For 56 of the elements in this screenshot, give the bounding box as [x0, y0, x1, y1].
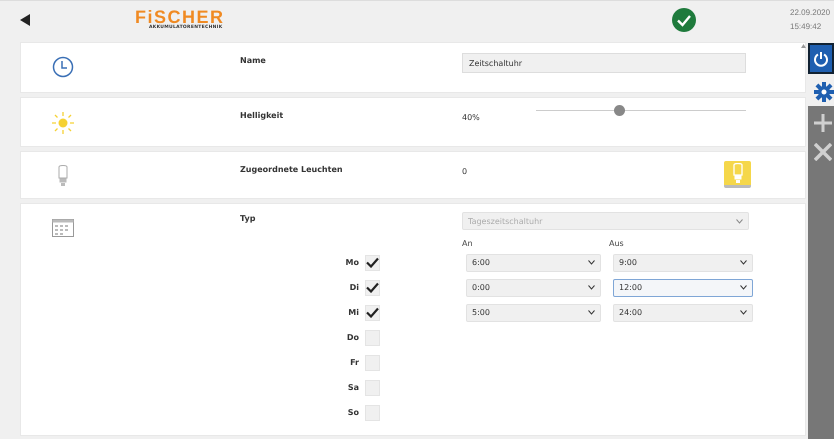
column-header: An [462, 239, 474, 250]
name-input-field[interactable]: Zeitschaltuhr [462, 53, 746, 73]
weekday-checkbox[interactable] [365, 254, 380, 270]
chevron-down-icon [588, 310, 595, 315]
weekday-label: Mo [344, 258, 359, 267]
chevron-down-icon [740, 310, 747, 315]
chevron-down-icon [740, 260, 747, 265]
check-icon [366, 257, 379, 268]
scroll-up-icon[interactable] [801, 44, 806, 48]
off-time-dropdown[interactable]: 12:00 [613, 278, 753, 296]
check-icon [366, 307, 379, 318]
power-button[interactable] [808, 43, 834, 74]
slider-thumb[interactable] [614, 105, 625, 116]
brightness-slider[interactable] [536, 105, 746, 116]
light-bulb-icon [57, 165, 69, 187]
chevron-down-icon [736, 218, 743, 224]
brightness-value: 40% [462, 113, 481, 122]
on-time-dropdown[interactable]: 6:00 [466, 254, 601, 272]
field-label: Typ [240, 214, 256, 223]
weekday-checkbox[interactable] [365, 404, 380, 420]
clock-icon [52, 56, 74, 78]
chevron-down-icon [588, 260, 595, 265]
weekday-label: Do [346, 333, 359, 342]
sun-icon [51, 111, 75, 135]
settings-icon[interactable] [814, 82, 834, 102]
light-bulb-icon [732, 163, 744, 183]
field-label: Zugeordnete Leuchten [240, 165, 344, 174]
off-time-dropdown[interactable]: 24:00 [613, 304, 753, 322]
weekday-label: Fr [349, 358, 359, 367]
weekday-label: So [346, 408, 359, 417]
close-icon[interactable] [814, 143, 832, 161]
column-header: Aus [609, 239, 624, 250]
chevron-down-icon [740, 285, 747, 290]
weekday-label: Di [348, 283, 359, 292]
field-label: Helligkeit [240, 111, 284, 120]
power-icon [813, 50, 829, 66]
calendar-icon [52, 217, 74, 237]
date-text: 22.09.2020 [790, 8, 832, 17]
time-text: 15:49:42 [790, 22, 822, 31]
weekday-checkbox[interactable] [365, 304, 380, 320]
off-time-dropdown[interactable]: 9:00 [613, 254, 753, 272]
weekday-label: Mi [347, 308, 359, 317]
on-time-dropdown[interactable]: 0:00 [466, 278, 601, 296]
check-icon [366, 282, 379, 293]
weekday-label: Sa [346, 383, 359, 392]
back-arrow-icon [18, 12, 32, 26]
weekday-checkbox[interactable] [365, 354, 380, 370]
weekday-checkbox[interactable] [365, 330, 380, 346]
chevron-down-icon [588, 285, 595, 290]
weekday-checkbox[interactable] [365, 280, 380, 296]
on-time-dropdown[interactable]: 5:00 [466, 304, 601, 322]
lights-count: 0 [462, 167, 468, 176]
add-icon[interactable] [814, 114, 832, 132]
field-label: Name [240, 56, 267, 65]
assign-lights-button[interactable] [724, 161, 751, 188]
weekday-checkbox[interactable] [365, 380, 380, 396]
